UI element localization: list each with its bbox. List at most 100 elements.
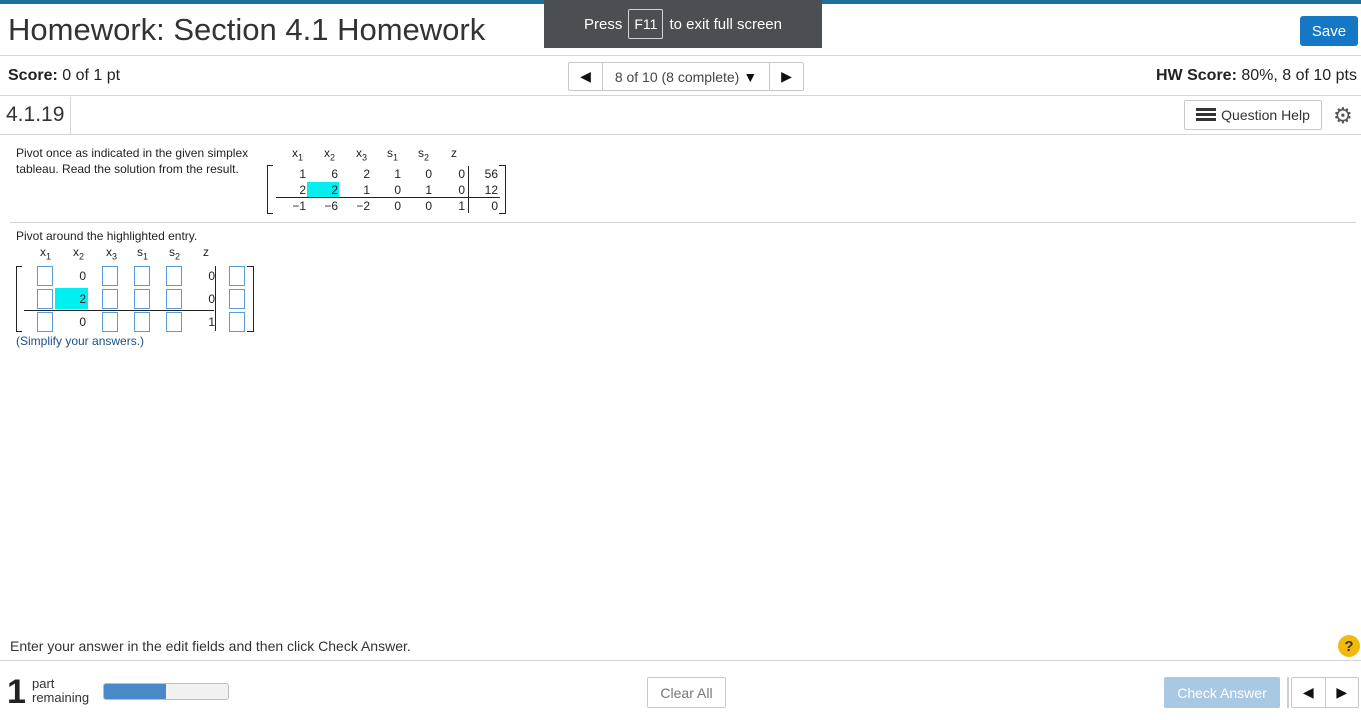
answer-known-value: 0 [208, 292, 215, 306]
tableau-header: x2 [324, 146, 336, 163]
answer-input-box[interactable] [134, 312, 150, 332]
tableau-header: s1 [387, 146, 399, 163]
tableau-cell: 0 [425, 199, 432, 213]
bracket-right [253, 266, 254, 332]
question-help-button[interactable]: Question Help [1184, 100, 1322, 130]
answer-input-box[interactable] [102, 289, 118, 309]
answer-input-box[interactable] [102, 266, 118, 286]
question-navigator: ◀ 8 of 10 (8 complete) ▼ ▶ [568, 62, 804, 91]
tableau-cell: 0 [458, 167, 465, 181]
tableau-cell: −1 [292, 199, 306, 213]
gear-icon[interactable]: ⚙ [1333, 103, 1353, 129]
answer-header: x1 [40, 245, 52, 262]
tableau-cell: 2 [299, 183, 306, 197]
answer-header-subscript: 2 [79, 251, 85, 262]
tableau-cell: 0 [491, 199, 498, 213]
previous-question-button[interactable]: ◀ [569, 63, 603, 90]
answer-known-value: 2 [79, 292, 86, 306]
progress-fill [104, 684, 166, 699]
question-selector-dropdown[interactable]: 8 of 10 (8 complete) ▼ [603, 63, 769, 90]
answer-input-box[interactable] [134, 266, 150, 286]
tableau-cell: 0 [458, 183, 465, 197]
next-question-button[interactable]: ▶ [769, 63, 803, 90]
tableau-cell: 0 [394, 199, 401, 213]
answer-input-box[interactable] [229, 266, 245, 286]
tableau-cell: 12 [484, 183, 498, 197]
tableau-header-subscript: 3 [362, 152, 368, 163]
tableau-cell: 0 [425, 167, 432, 181]
tableau-cell: 2 [363, 167, 370, 181]
answer-input-box[interactable] [166, 312, 182, 332]
question-bar: 4.1.19 Question Help [0, 97, 1361, 135]
question-score: Score: 0 of 1 pt [8, 67, 120, 85]
parts-remaining-label: part remaining [32, 677, 89, 705]
score-bar: Score: 0 of 1 pt ◀ 8 of 10 (8 complete) … [0, 57, 1361, 96]
footer-nav: ◀ ▶ [1291, 677, 1359, 708]
tableau-header-subscript: 2 [424, 152, 430, 163]
bracket-left [16, 266, 17, 332]
bracket-left-top [16, 266, 22, 267]
answer-header-subscript: 1 [143, 251, 149, 262]
tableau-cell: 56 [484, 167, 498, 181]
answer-input-box[interactable] [229, 312, 245, 332]
answer-input-box[interactable] [166, 289, 182, 309]
parts-remaining-count: 1 [7, 673, 26, 711]
footer-previous-button[interactable]: ◀ [1292, 678, 1326, 707]
fullscreen-key: F11 [628, 9, 664, 39]
hw-score-label: HW Score: [1156, 67, 1237, 84]
tableau-cell: 1 [458, 199, 465, 213]
objective-divider [276, 197, 500, 198]
answer-known-value: 0 [79, 315, 86, 329]
answer-header: x2 [73, 245, 85, 262]
tableau-header: x1 [292, 146, 304, 163]
separator [1287, 677, 1289, 708]
footer-next-button[interactable]: ▶ [1326, 678, 1359, 707]
answer-input-box[interactable] [37, 312, 53, 332]
help-icon[interactable]: ? [1338, 635, 1360, 657]
tableau-cell: 1 [425, 183, 432, 197]
bracket-right-top [247, 266, 253, 267]
bracket-left-bottom [16, 331, 22, 332]
tableau-cell: 1 [363, 183, 370, 197]
save-button[interactable]: Save [1300, 16, 1358, 46]
answer-input-box[interactable] [37, 266, 53, 286]
tableau-cell: −2 [356, 199, 370, 213]
score-label: Score: [8, 67, 58, 84]
answer-known-value: 1 [208, 315, 215, 329]
clear-all-button[interactable]: Clear All [647, 677, 726, 708]
fullscreen-press: Press [584, 15, 623, 33]
bracket-left-top [267, 165, 273, 166]
check-answer-button[interactable]: Check Answer [1164, 677, 1280, 708]
simplify-note: (Simplify your answers.) [16, 334, 145, 348]
parts-label-line2: remaining [32, 690, 90, 705]
tableau-cell: 1 [299, 167, 306, 181]
tableau-header-subscript: 1 [298, 152, 304, 163]
tableau-header-subscript: 1 [393, 152, 399, 163]
tableau-cell: 2 [331, 183, 338, 197]
answer-input-box[interactable] [134, 289, 150, 309]
score-value: 0 of 1 pt [62, 67, 121, 84]
progress-bar [103, 683, 229, 700]
caret-down-icon: ▼ [743, 68, 758, 85]
tableau-cell: 1 [394, 167, 401, 181]
tableau-cell: 6 [331, 167, 338, 181]
question-help-label: Question Help [1221, 107, 1310, 123]
fullscreen-message: to exit full screen [669, 15, 782, 33]
answer-input-box[interactable] [229, 289, 245, 309]
answer-header: s1 [137, 245, 149, 262]
tableau-header: x3 [356, 146, 368, 163]
answer-header: s2 [169, 245, 181, 262]
parts-label-line1: part [32, 676, 55, 691]
bracket-right [505, 165, 506, 214]
rhs-divider [468, 166, 469, 213]
answer-input-box[interactable] [166, 266, 182, 286]
question-number: 4.1.19 [0, 97, 72, 134]
page-title: Homework: Section 4.1 Homework [8, 12, 486, 47]
triangle-left-icon: ◀ [580, 68, 591, 84]
bracket-left [267, 165, 268, 214]
list-icon [1196, 108, 1217, 122]
problem-text: Pivot once as indicated in the given sim… [16, 146, 249, 176]
answer-header-subscript: 1 [46, 251, 52, 262]
answer-input-box[interactable] [37, 289, 53, 309]
answer-input-box[interactable] [102, 312, 118, 332]
